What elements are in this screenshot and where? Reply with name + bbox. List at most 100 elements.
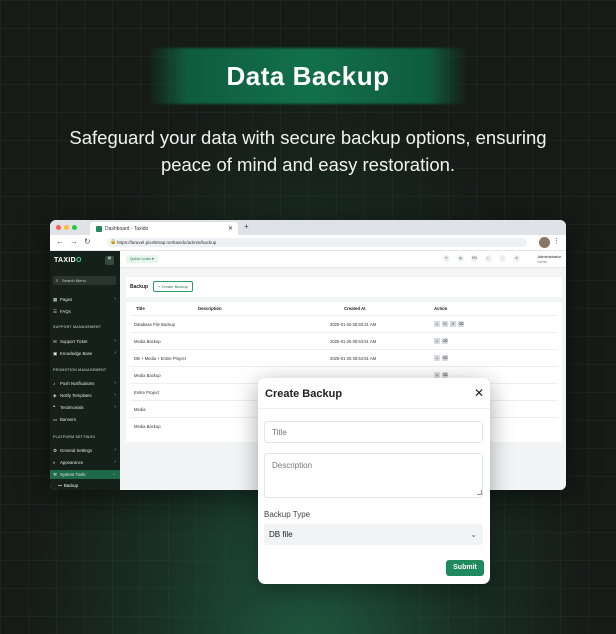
sidebar-item-notify-templates[interactable]: ◈ Notify Templates › xyxy=(50,391,120,400)
chevron-right-icon: › xyxy=(114,338,116,344)
gear-icon: ⚙ xyxy=(53,448,58,453)
column-description: Description xyxy=(198,306,222,311)
sidebar-search-placeholder: Search Menu xyxy=(62,278,86,283)
chevron-right-icon: › xyxy=(114,296,116,302)
sidebar-section-promotion: PROMOTION MANAGEMENT xyxy=(53,368,107,372)
close-dot-icon[interactable] xyxy=(56,225,61,230)
restore-icon[interactable]: ↺ xyxy=(450,321,456,327)
profile-avatar[interactable] xyxy=(539,237,550,248)
modal-title: Create Backup xyxy=(265,388,343,400)
close-icon[interactable]: ✕ xyxy=(474,386,484,400)
chevron-right-icon: › xyxy=(114,404,116,410)
table-row: Media Backup 2025-01-25 05:54:51 AM ⇣ ⌫ xyxy=(130,332,558,350)
hero-subtitle-line2: peace of mind and easy restoration. xyxy=(160,154,456,175)
hero-title-banner: Data Backup xyxy=(148,48,468,104)
url-text: https://laravel.pixelstrap.net/taxido/ad… xyxy=(117,240,217,245)
chevron-down-icon: ⌄ xyxy=(111,471,116,477)
browser-tab[interactable]: Dashboard - Taxido ✕ xyxy=(90,222,238,235)
table-row: Database File Backup 2025-01-25 05:50:21… xyxy=(130,315,558,333)
user-avatar-icon[interactable]: A xyxy=(513,255,520,262)
sidebar-item-pages[interactable]: ▦ Pages › xyxy=(50,295,120,304)
search-icon: ⌕ xyxy=(56,278,59,283)
template-icon: ◈ xyxy=(53,393,57,398)
delete-icon[interactable]: ⌫ xyxy=(458,321,464,327)
sidebar-toggle-icon[interactable]: ▤ xyxy=(105,256,114,265)
app-logo[interactable]: TAXIDO xyxy=(54,257,82,264)
sidebar-subitem-backup[interactable]: Backup xyxy=(58,483,78,488)
sidebar-item-appearance[interactable]: ◐ Appearance › xyxy=(50,458,120,467)
download-icon[interactable]: ⇣ xyxy=(434,355,440,361)
browser-tab-title: Dashboard - Taxido xyxy=(105,225,149,232)
backup-type-value: DB file xyxy=(269,530,293,539)
list-icon: ☰ xyxy=(53,309,58,314)
backup-type-label: Backup Type xyxy=(264,510,311,519)
reload-icon[interactable]: ↻ xyxy=(84,237,91,246)
create-backup-modal: Create Backup ✕ Backup Type DB file ⌄ Su… xyxy=(258,378,490,584)
submit-button[interactable]: Submit xyxy=(446,560,484,576)
sidebar-section-platform: PLATFORM SETTINGS xyxy=(53,435,96,439)
image-icon: ▭ xyxy=(53,417,58,422)
sidebar-section-support: SUPPORT MANAGEMENT xyxy=(53,325,102,329)
lock-icon: 🔒 xyxy=(110,239,117,245)
file-icon: ▦ xyxy=(53,297,58,302)
refresh-icon[interactable]: ↻ xyxy=(443,255,450,262)
table-row: DB + Media + Entire Project 2025-01-25 0… xyxy=(130,349,558,367)
page-title: Backup xyxy=(130,284,149,290)
download-icon[interactable]: ⇣ xyxy=(434,321,440,327)
delete-icon[interactable]: ⌫ xyxy=(442,355,448,361)
chevron-right-icon: › xyxy=(114,380,116,386)
language-button[interactable]: EN xyxy=(471,255,478,262)
column-created-at: Created At xyxy=(344,306,366,311)
new-tab-icon[interactable]: + xyxy=(244,222,249,231)
backup-header-card: Backup + Create Backup xyxy=(126,277,562,297)
sidebar-item-push-notifications[interactable]: ♪ Push Notifications › xyxy=(50,379,120,388)
hero-subtitle: Safeguard your data with secure backup o… xyxy=(40,124,576,178)
tree-line xyxy=(58,485,62,487)
resize-handle-icon[interactable] xyxy=(477,490,482,495)
chevron-down-icon: ⌄ xyxy=(470,530,477,539)
maximize-dot-icon[interactable] xyxy=(72,225,77,230)
sidebar-item-banners[interactable]: ▭ Banners xyxy=(50,415,120,424)
quick-links-button[interactable]: Quick Links ▾ xyxy=(126,255,158,263)
browser-tab-bar: Dashboard - Taxido ✕ + xyxy=(50,220,566,235)
sidebar: TAXIDO ▤ ⌕ Search Menu ▦ Pages › ☰ FAQs … xyxy=(50,251,120,490)
sidebar-item-knowledge-base[interactable]: ▣ Knowledge Base › xyxy=(50,349,120,358)
quote-icon: ❝ xyxy=(53,405,56,410)
palette-icon: ◐ xyxy=(53,460,56,465)
forward-icon[interactable]: → xyxy=(70,237,78,246)
ticket-icon: ✉ xyxy=(53,339,57,344)
hero-subtitle-line1: Safeguard your data with secure backup o… xyxy=(69,127,547,148)
favicon-icon xyxy=(96,225,102,232)
create-backup-button[interactable]: + Create Backup xyxy=(153,281,193,292)
browser-address-bar: ← → ↻ 🔒 https://laravel.pixelstrap.net/t… xyxy=(50,235,566,251)
top-bar: Quick Links ▾ ↻ ◍ EN ☾ ◌ A Administrator… xyxy=(120,251,566,268)
chevron-right-icon: › xyxy=(114,350,116,356)
sidebar-item-system-tools[interactable]: ⚒ System Tools ⌄ xyxy=(50,470,120,479)
delete-icon[interactable]: ⌫ xyxy=(442,338,448,344)
moon-icon[interactable]: ☾ xyxy=(485,255,492,262)
backup-type-select[interactable]: DB file ⌄ xyxy=(264,524,483,545)
database-icon[interactable]: ⛁ xyxy=(442,321,448,327)
url-field[interactable]: 🔒 https://laravel.pixelstrap.net/taxido/… xyxy=(107,238,527,247)
minimize-dot-icon[interactable] xyxy=(64,225,69,230)
chevron-right-icon: › xyxy=(114,392,116,398)
backup-title-input[interactable] xyxy=(264,421,483,443)
admin-profile[interactable]: Administrator Admin xyxy=(537,254,561,265)
column-action: Action xyxy=(434,306,448,311)
globe-icon[interactable]: ◍ xyxy=(457,255,464,262)
download-icon[interactable]: ⇣ xyxy=(434,338,440,344)
tab-close-icon[interactable]: ✕ xyxy=(228,225,233,232)
modal-divider xyxy=(258,408,490,409)
sidebar-item-general-settings[interactable]: ⚙ General Settings › xyxy=(50,446,120,455)
chevron-right-icon: › xyxy=(114,459,116,465)
book-icon: ▣ xyxy=(53,351,58,356)
back-icon[interactable]: ← xyxy=(56,237,64,246)
sidebar-item-faqs[interactable]: ☰ FAQs xyxy=(50,307,120,316)
sidebar-item-testimonials[interactable]: ❝ Testimonials › xyxy=(50,403,120,412)
bell-icon: ♪ xyxy=(53,381,56,386)
browser-menu-icon[interactable]: ⋮ xyxy=(553,237,560,245)
notification-icon[interactable]: ◌ xyxy=(499,255,506,262)
sidebar-item-support-ticket[interactable]: ✉ Support Ticket › xyxy=(50,337,120,346)
backup-description-input[interactable] xyxy=(264,453,483,498)
sidebar-search-input[interactable]: ⌕ Search Menu xyxy=(53,276,116,285)
